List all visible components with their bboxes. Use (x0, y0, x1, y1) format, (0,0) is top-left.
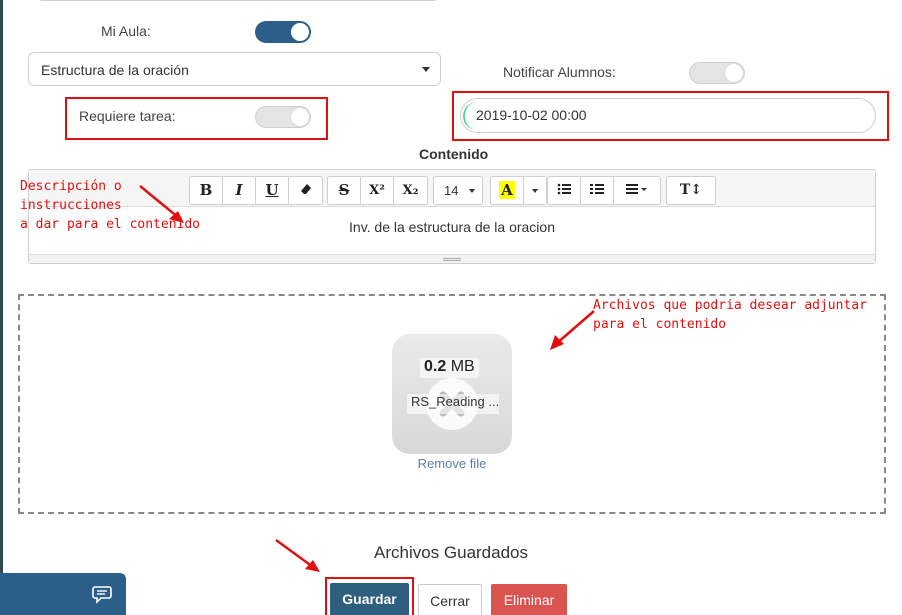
chat-widget-bar[interactable] (0, 573, 126, 615)
highlight-group: A (490, 176, 547, 205)
form-panel: Mi Aula: Estructura de la oración Notifi… (3, 0, 902, 615)
toggle-knob (291, 108, 309, 126)
superscript-icon[interactable]: X² (361, 177, 394, 204)
style-group: T↕ (666, 176, 716, 205)
file-size-number: 0.2 (424, 358, 447, 375)
numbered-list-icon[interactable] (581, 177, 614, 204)
annotation-arrow-icon (275, 538, 320, 572)
file-size: 0.2 MB (420, 358, 479, 378)
files-note-line: Archivos que podria desear adjuntar (593, 298, 867, 313)
files-note-line: para el contenido (593, 317, 727, 332)
annotation-arrow-icon (550, 310, 595, 350)
file-size-unit: MB (450, 358, 475, 375)
underline-icon[interactable]: U (256, 177, 289, 204)
toggle-knob (725, 64, 743, 82)
mi-aula-label: Mi Aula: (101, 23, 151, 39)
remove-file-link[interactable]: Remove file (392, 456, 512, 471)
notificar-toggle[interactable] (689, 62, 745, 84)
align-icon[interactable] (614, 177, 660, 204)
highlight-dropdown-icon[interactable] (524, 177, 546, 204)
font-size-dropdown[interactable]: 14 (433, 176, 483, 205)
guardar-button[interactable]: Guardar (330, 583, 409, 615)
text-style-icon[interactable]: T↕ (667, 177, 715, 204)
chevron-down-icon (422, 67, 430, 72)
mi-aula-toggle[interactable] (255, 21, 311, 43)
italic-icon[interactable]: I (223, 177, 256, 204)
strikethrough-icon[interactable]: S (328, 177, 361, 204)
date-input[interactable]: 2019-10-02 00:00 (460, 98, 876, 133)
eliminar-button[interactable]: Eliminar (491, 584, 567, 615)
chat-icon (92, 586, 112, 604)
contenido-label: Contenido (419, 146, 489, 162)
file-name: RS_Reading ... (407, 394, 499, 414)
notificar-label: Notificar Alumnos: (503, 64, 616, 80)
top-input-edge (39, 0, 437, 1)
eraser-icon[interactable] (289, 177, 322, 204)
toggle-knob (291, 23, 309, 41)
files-annotation: Archivos que podria desear adjuntar para… (593, 296, 867, 334)
loading-spinner-icon (463, 102, 491, 130)
annotation-arrow-icon (139, 185, 184, 223)
format-group: B I U (189, 176, 323, 205)
bullet-list-icon[interactable] (548, 177, 581, 204)
requiere-label: Requiere tarea: (79, 108, 176, 124)
requiere-toggle[interactable] (255, 106, 311, 128)
chevron-down-icon (469, 189, 475, 193)
topic-select[interactable]: Estructura de la oración (28, 52, 441, 86)
font-size-value: 14 (444, 183, 459, 198)
editor-resize-handle[interactable] (29, 254, 875, 263)
grip-icon (443, 258, 461, 261)
script-group: S X² X₂ (327, 176, 428, 205)
saved-files-heading: Archivos Guardados (373, 543, 529, 562)
topic-select-value: Estructura de la oración (41, 62, 189, 78)
date-value: 2019-10-02 00:00 (476, 107, 587, 123)
highlight-color-icon[interactable]: A (491, 177, 524, 204)
subscript-icon[interactable]: X₂ (394, 177, 427, 204)
paragraph-group (547, 176, 661, 205)
cerrar-button[interactable]: Cerrar (418, 584, 482, 615)
